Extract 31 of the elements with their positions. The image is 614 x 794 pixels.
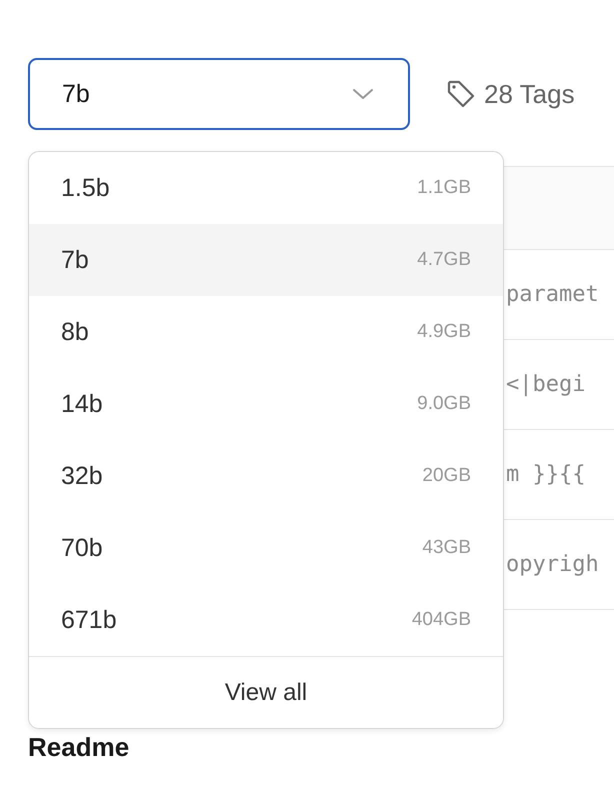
- dropdown-option[interactable]: 70b 43GB: [29, 512, 503, 584]
- dropdown-option[interactable]: 32b 20GB: [29, 440, 503, 512]
- option-size: 9.0GB: [417, 393, 471, 415]
- option-size: 4.9GB: [417, 321, 471, 343]
- option-label: 70b: [61, 534, 103, 562]
- tag-icon: [446, 79, 476, 109]
- dropdown-option[interactable]: 8b 4.9GB: [29, 296, 503, 368]
- option-size: 20GB: [422, 465, 471, 487]
- option-label: 32b: [61, 462, 103, 490]
- code-cell: opyrigh: [506, 552, 599, 577]
- readme-heading: Readme: [28, 732, 130, 763]
- dropdown-option[interactable]: 7b 4.7GB: [29, 224, 503, 296]
- option-size: 404GB: [412, 609, 471, 631]
- option-label: 8b: [61, 318, 89, 346]
- option-label: 1.5b: [61, 174, 110, 202]
- chevron-down-icon: [352, 88, 374, 100]
- option-label: 14b: [61, 390, 103, 418]
- code-cell: <|begi: [506, 372, 586, 397]
- dropdown-option[interactable]: 671b 404GB: [29, 584, 503, 656]
- dropdown-option[interactable]: 14b 9.0GB: [29, 368, 503, 440]
- option-size: 43GB: [422, 537, 471, 559]
- option-size: 4.7GB: [417, 249, 471, 271]
- tags-link[interactable]: 28 Tags: [446, 78, 575, 110]
- code-cell: m }}{{: [506, 462, 586, 487]
- code-cell: paramet: [506, 282, 599, 307]
- option-label: 7b: [61, 246, 89, 274]
- model-select[interactable]: 7b: [28, 58, 410, 130]
- option-size: 1.1GB: [417, 177, 471, 199]
- dropdown-option[interactable]: 1.5b 1.1GB: [29, 152, 503, 224]
- view-all-button[interactable]: View all: [29, 656, 503, 728]
- option-label: 671b: [61, 606, 117, 634]
